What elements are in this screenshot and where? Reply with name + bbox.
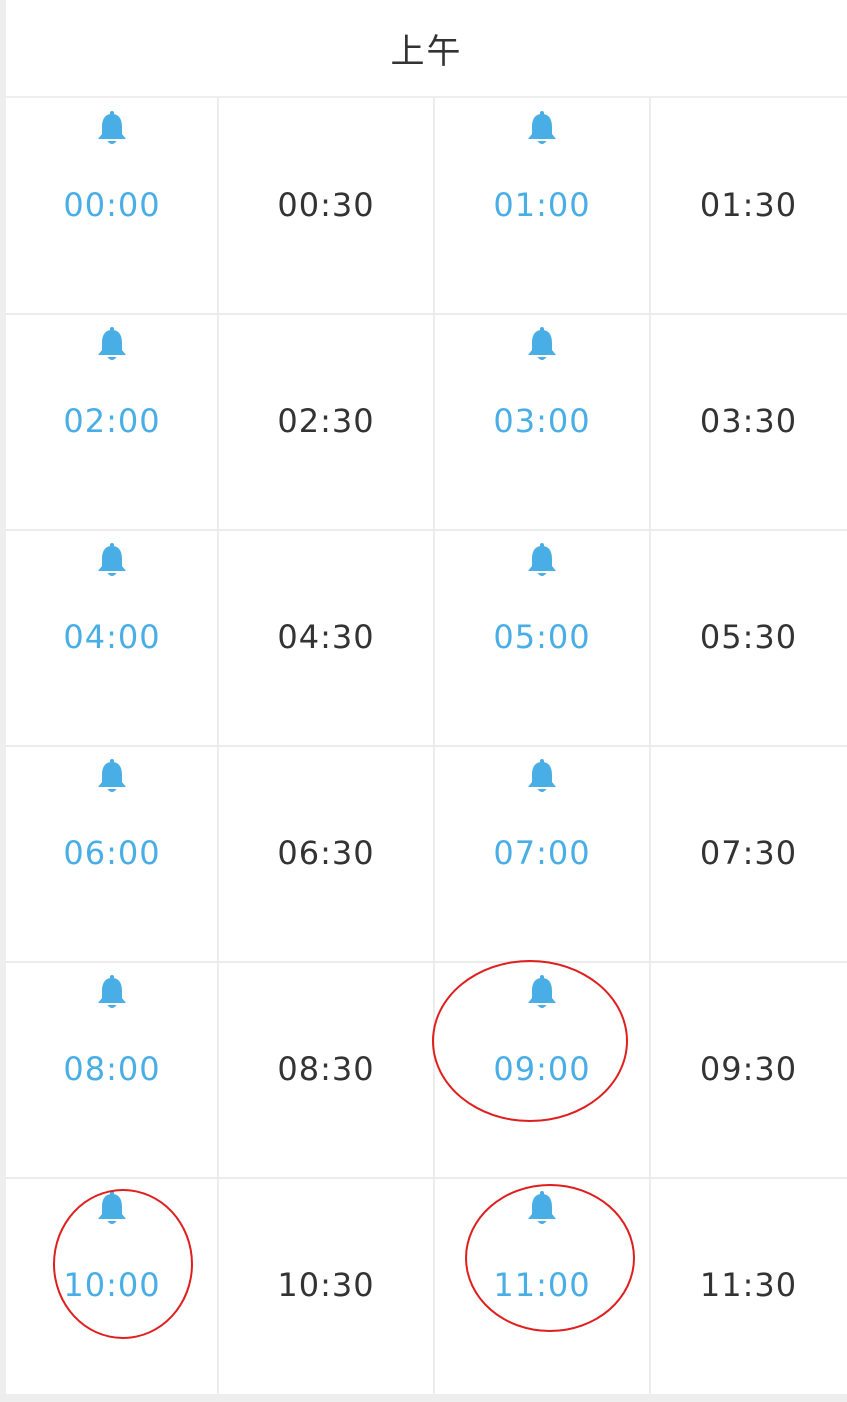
time-slot-0200[interactable]: 02:00 (6, 314, 218, 530)
time-slot-label: 01:30 (699, 186, 798, 224)
time-slot-label: 09:00 (493, 1050, 591, 1088)
time-slot-0800[interactable]: 08:00 (6, 962, 218, 1178)
bell-icon (95, 326, 129, 364)
time-slot-0730[interactable]: 07:30 (650, 746, 847, 962)
period-title: 上午 (390, 31, 463, 72)
period-header: 上午 (6, 0, 847, 98)
time-slot-0830[interactable]: 08:30 (218, 962, 434, 1178)
row-divider (6, 961, 847, 963)
time-slot-label: 11:00 (493, 1266, 591, 1304)
time-slot-0600[interactable]: 06:00 (6, 746, 218, 962)
time-slot-0900[interactable]: 09:00 (434, 962, 650, 1178)
time-slot-0700[interactable]: 07:00 (434, 746, 650, 962)
bell-icon (95, 1190, 129, 1228)
time-slot-1100[interactable]: 11:00 (434, 1178, 650, 1394)
time-slot-0430[interactable]: 04:30 (218, 530, 434, 746)
time-slot-label: 05:00 (493, 618, 591, 656)
bell-icon (525, 974, 559, 1012)
time-slot-0930[interactable]: 09:30 (650, 962, 847, 1178)
row-divider (6, 1177, 847, 1179)
time-slot-label: 07:30 (699, 834, 798, 872)
time-slot-label: 03:00 (493, 402, 591, 440)
time-slot-label: 04:30 (277, 618, 375, 656)
time-slot-label: 04:00 (63, 618, 161, 656)
time-slot-label: 06:30 (277, 834, 375, 872)
bell-icon (95, 974, 129, 1012)
time-slot-label: 00:30 (277, 186, 375, 224)
schedule-panel: 上午 00:00 00:30 01:00 01:30 02:00 02:30 0… (6, 0, 847, 1394)
time-slot-0400[interactable]: 04:00 (6, 530, 218, 746)
time-slot-0130[interactable]: 01:30 (650, 98, 847, 314)
bell-icon (525, 110, 559, 148)
time-slot-1130[interactable]: 11:30 (650, 1178, 847, 1394)
time-slot-label: 03:30 (699, 402, 798, 440)
time-slot-label: 01:00 (493, 186, 591, 224)
time-slot-label: 11:30 (699, 1266, 798, 1304)
time-slot-0230[interactable]: 02:30 (218, 314, 434, 530)
bell-icon (525, 542, 559, 580)
row-divider (6, 313, 847, 315)
bell-icon (525, 1190, 559, 1228)
bell-icon (95, 758, 129, 796)
row-divider (6, 529, 847, 531)
time-slot-label: 08:30 (277, 1050, 375, 1088)
time-slot-label: 00:00 (63, 186, 161, 224)
time-slot-label: 07:00 (493, 834, 591, 872)
time-slot-0300[interactable]: 03:00 (434, 314, 650, 530)
time-slot-0330[interactable]: 03:30 (650, 314, 847, 530)
time-slot-label: 10:00 (63, 1266, 161, 1304)
time-slot-label: 10:30 (277, 1266, 375, 1304)
time-slot-0630[interactable]: 06:30 (218, 746, 434, 962)
time-slot-label: 09:30 (699, 1050, 798, 1088)
time-slot-0100[interactable]: 01:00 (434, 98, 650, 314)
bell-icon (525, 758, 559, 796)
time-slot-label: 06:00 (63, 834, 161, 872)
time-slot-label: 02:30 (277, 402, 375, 440)
time-slot-1030[interactable]: 10:30 (218, 1178, 434, 1394)
bell-icon (525, 326, 559, 364)
row-divider (6, 745, 847, 747)
time-slot-0500[interactable]: 05:00 (434, 530, 650, 746)
time-slot-1000[interactable]: 10:00 (6, 1178, 218, 1394)
time-slot-0000[interactable]: 00:00 (6, 98, 218, 314)
time-slot-0030[interactable]: 00:30 (218, 98, 434, 314)
time-slot-label: 05:30 (699, 618, 798, 656)
time-slot-label: 02:00 (63, 402, 161, 440)
time-slot-label: 08:00 (63, 1050, 161, 1088)
time-slot-0530[interactable]: 05:30 (650, 530, 847, 746)
bell-icon (95, 110, 129, 148)
bell-icon (95, 542, 129, 580)
